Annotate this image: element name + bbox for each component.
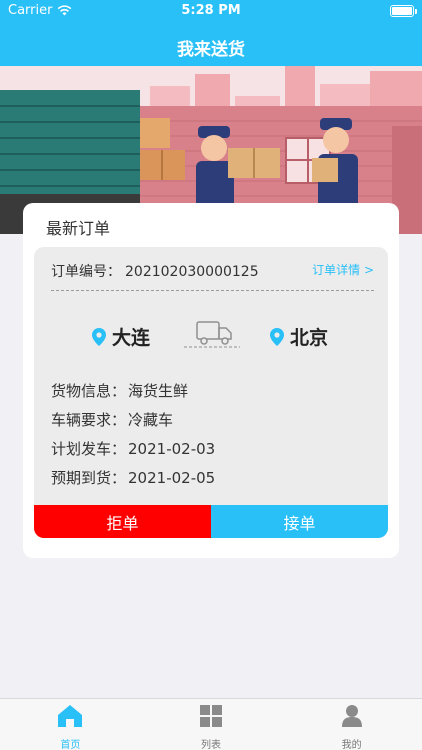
battery-icon [390,5,417,17]
order-number: 202102030000125 [125,264,259,280]
vehicle-requirement-row: 车辆要求： 冷藏车 [51,409,215,438]
order-detail-link[interactable]: 订单详情 > [312,261,374,278]
grid-icon [200,705,222,727]
order-number-label: 订单编号： [51,264,121,280]
tab-bar: 首页 列表 我的 [0,698,422,750]
location-pin-icon [92,327,106,346]
info-label: 预期到货： [51,469,127,487]
cargo-info-row: 货物信息： 海货生鲜 [51,380,215,409]
info-value: 2021-02-03 [128,440,216,458]
status-bar: Carrier 5:28 PM [0,0,422,22]
info-label: 货物信息： [51,382,127,400]
expected-arrival-row: 预期到货： 2021-02-05 [51,467,215,496]
order-panel: 订单编号： 202102030000125 订单详情 > 大连 北京 货物信息：… [34,247,388,538]
tab-mine[interactable]: 我的 [281,699,422,750]
tab-list-label: 列表 [201,740,221,750]
person-icon [341,705,362,727]
destination-city: 北京 [270,323,328,350]
info-value: 2021-02-05 [128,469,216,487]
info-value: 海货生鲜 [128,382,189,400]
card-title: 最新订单 [46,219,111,238]
page-title: 我来送货 [177,40,245,60]
destination-city-name: 北京 [290,327,329,349]
tab-home-label: 首页 [60,740,81,750]
accept-order-button[interactable]: 接单 [211,505,388,538]
cargo-info: 货物信息： 海货生鲜 车辆要求： 冷藏车 计划发车： 2021-02-03 预期到货：… [51,380,215,496]
action-buttons: 拒单 接单 [34,505,388,538]
tab-home[interactable]: 首页 [0,699,141,750]
info-value: 冷藏车 [128,411,174,429]
planned-departure-row: 计划发车： 2021-02-03 [51,438,215,467]
tab-list[interactable]: 列表 [141,699,282,750]
origin-city: 大连 [92,323,150,350]
order-number-row: 订单编号： 202102030000125 订单详情 > [51,261,374,281]
info-label: 车辆要求： [51,411,127,429]
info-label: 计划发车： [51,440,127,458]
reject-order-button[interactable]: 拒单 [34,505,211,538]
dashed-divider [51,290,374,291]
truck-icon [184,321,240,348]
home-icon [58,705,83,727]
origin-city-name: 大连 [112,327,151,349]
route-row: 大连 北京 [34,317,388,357]
latest-order-card: 最新订单 订单编号： 202102030000125 订单详情 > 大连 北京 … [23,203,399,558]
location-pin-icon [270,327,284,346]
nav-header: Carrier 5:28 PM 我来送货 [0,0,422,66]
status-time: 5:28 PM [181,3,241,18]
tab-mine-label: 我的 [341,740,362,750]
